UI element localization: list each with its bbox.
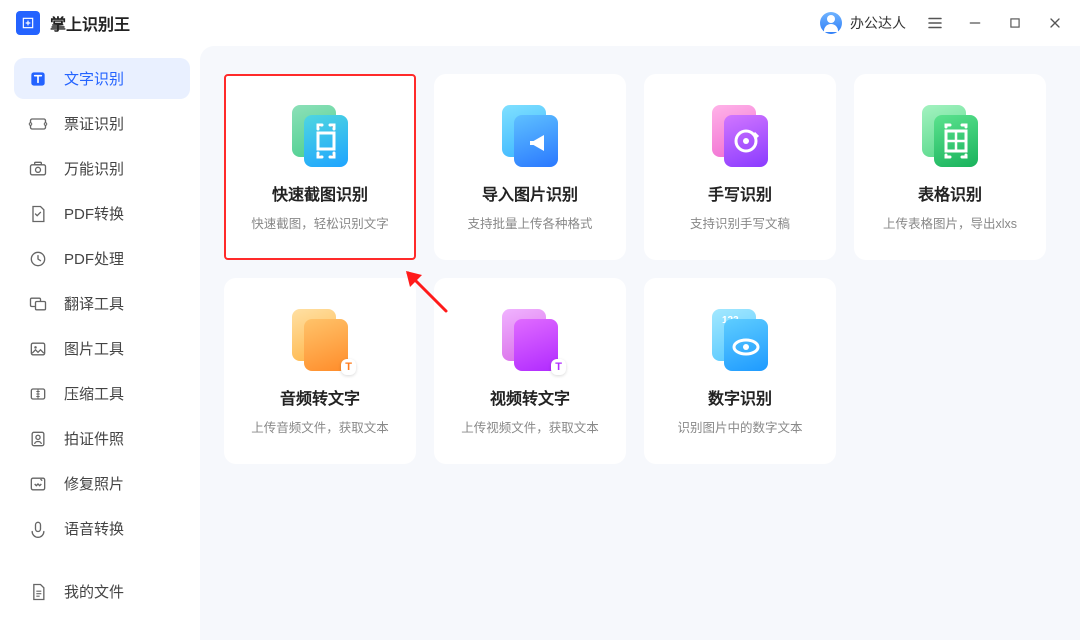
number-icon: 123 bbox=[708, 307, 772, 371]
card-desc: 支持批量上传各种格式 bbox=[467, 213, 592, 232]
ticket-icon bbox=[28, 114, 48, 134]
speech-icon bbox=[28, 519, 48, 539]
text-badge-icon: T bbox=[551, 359, 566, 375]
app-title: 掌上识别王 bbox=[50, 11, 130, 35]
pdf-convert-icon bbox=[28, 204, 48, 224]
minimize-button[interactable] bbox=[966, 14, 984, 32]
text-badge-icon: T bbox=[341, 359, 356, 375]
sidebar-item-label: 我的文件 bbox=[64, 581, 124, 602]
repair-icon bbox=[28, 474, 48, 494]
card-desc: 上传表格图片，导出xlxs bbox=[883, 213, 1017, 232]
card-title: 数字识别 bbox=[708, 385, 772, 409]
sidebar-item-speech[interactable]: 语音转换 bbox=[14, 508, 190, 549]
sidebar-item-repair-photo[interactable]: 修复照片 bbox=[14, 463, 190, 504]
sidebar-item-compress[interactable]: 压缩工具 bbox=[14, 373, 190, 414]
pdf-process-icon bbox=[28, 249, 48, 269]
sidebar-item-text-ocr[interactable]: 文字识别 bbox=[14, 58, 190, 99]
sidebar-item-label: 文字识别 bbox=[64, 68, 124, 89]
sidebar: 文字识别 票证识别 万能识别 PDF转换 PDF处理 bbox=[0, 46, 200, 640]
camera-icon bbox=[28, 159, 48, 179]
translate-icon bbox=[28, 294, 48, 314]
card-table-ocr[interactable]: 表格识别 上传表格图片，导出xlxs bbox=[854, 74, 1046, 260]
card-desc: 识别图片中的数字文本 bbox=[677, 417, 802, 436]
card-desc: 支持识别手写文稿 bbox=[690, 213, 790, 232]
username: 办公达人 bbox=[850, 13, 906, 33]
video-icon: T bbox=[498, 307, 562, 371]
user-area[interactable]: 办公达人 bbox=[820, 12, 906, 34]
file-icon bbox=[28, 582, 48, 602]
sidebar-item-label: PDF处理 bbox=[64, 248, 124, 269]
compress-icon bbox=[28, 384, 48, 404]
card-title: 视频转文字 bbox=[490, 385, 570, 409]
card-screenshot-ocr[interactable]: 快速截图识别 快速截图，轻松识别文字 bbox=[224, 74, 416, 260]
card-number-ocr[interactable]: 123 数字识别 识别图片中的数字文本 bbox=[644, 278, 836, 464]
avatar-icon bbox=[820, 12, 842, 34]
menu-button[interactable] bbox=[926, 14, 944, 32]
card-handwriting[interactable]: 手写识别 支持识别手写文稿 bbox=[644, 74, 836, 260]
card-title: 导入图片识别 bbox=[482, 181, 578, 205]
sidebar-item-pdf-process[interactable]: PDF处理 bbox=[14, 238, 190, 279]
titlebar: 掌上识别王 办公达人 bbox=[0, 0, 1080, 46]
sidebar-item-label: 翻译工具 bbox=[64, 293, 124, 314]
card-title: 快速截图识别 bbox=[272, 181, 368, 205]
card-title: 表格识别 bbox=[918, 181, 982, 205]
sidebar-item-label: PDF转换 bbox=[64, 203, 124, 224]
content-area: 快速截图识别 快速截图，轻松识别文字 导入图片识别 支持批量上传各种格式 bbox=[200, 46, 1080, 640]
maximize-button[interactable] bbox=[1006, 14, 1024, 32]
card-import-image[interactable]: 导入图片识别 支持批量上传各种格式 bbox=[434, 74, 626, 260]
sidebar-item-image-tools[interactable]: 图片工具 bbox=[14, 328, 190, 369]
sidebar-item-label: 压缩工具 bbox=[64, 383, 124, 404]
app-logo-icon bbox=[16, 11, 40, 35]
card-audio-to-text[interactable]: T 音频转文字 上传音频文件，获取文本 bbox=[224, 278, 416, 464]
table-icon bbox=[918, 103, 982, 167]
card-title: 音频转文字 bbox=[280, 385, 360, 409]
sidebar-item-label: 图片工具 bbox=[64, 338, 124, 359]
sidebar-item-idphoto[interactable]: 拍证件照 bbox=[14, 418, 190, 459]
audio-icon: T bbox=[288, 307, 352, 371]
idphoto-icon bbox=[28, 429, 48, 449]
close-button[interactable] bbox=[1046, 14, 1064, 32]
sidebar-item-pdf-convert[interactable]: PDF转换 bbox=[14, 193, 190, 234]
card-title: 手写识别 bbox=[708, 181, 772, 205]
card-desc: 上传音频文件，获取文本 bbox=[251, 417, 389, 436]
card-desc: 快速截图，轻松识别文字 bbox=[251, 213, 389, 232]
card-desc: 上传视频文件，获取文本 bbox=[461, 417, 599, 436]
image-icon bbox=[28, 339, 48, 359]
sidebar-item-label: 票证识别 bbox=[64, 113, 124, 134]
sidebar-item-universal[interactable]: 万能识别 bbox=[14, 148, 190, 189]
sidebar-item-ticket[interactable]: 票证识别 bbox=[14, 103, 190, 144]
import-icon bbox=[498, 103, 562, 167]
sidebar-item-label: 修复照片 bbox=[64, 473, 124, 494]
screenshot-icon bbox=[288, 103, 352, 167]
sidebar-item-label: 语音转换 bbox=[64, 518, 124, 539]
sidebar-item-label: 万能识别 bbox=[64, 158, 124, 179]
sidebar-item-label: 拍证件照 bbox=[64, 428, 124, 449]
card-video-to-text[interactable]: T 视频转文字 上传视频文件，获取文本 bbox=[434, 278, 626, 464]
text-icon bbox=[28, 69, 48, 89]
sidebar-item-translate[interactable]: 翻译工具 bbox=[14, 283, 190, 324]
sidebar-item-myfiles[interactable]: 我的文件 bbox=[14, 571, 190, 612]
handwriting-icon bbox=[708, 103, 772, 167]
